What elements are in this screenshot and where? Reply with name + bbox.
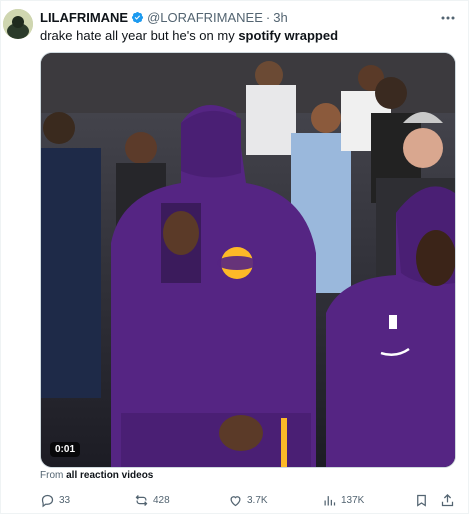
- like-count: 3.7K: [247, 494, 268, 506]
- media-source-prefix: From: [40, 470, 67, 481]
- tweet-header: LILAFRIMANE @LORAFRIMANEE · 3h: [40, 9, 288, 25]
- tweet-card[interactable]: LILAFRIMANE @LORAFRIMANEE · 3h drake hat…: [0, 0, 469, 514]
- views-icon: [324, 495, 336, 505]
- views-button[interactable]: 137K: [322, 490, 364, 510]
- bookmark-icon: [417, 494, 426, 507]
- more-icon[interactable]: [439, 10, 457, 26]
- tweet-text: drake hate all year but he's on my spoti…: [40, 28, 338, 43]
- action-bar: 33 428 3.7K 137K: [40, 490, 460, 510]
- video-timestamp: 0:01: [50, 442, 81, 457]
- repost-icon: [135, 494, 148, 506]
- reply-button[interactable]: 33: [40, 490, 70, 510]
- reply-icon: [41, 494, 54, 507]
- user-handle[interactable]: @LORAFRIMANEE: [147, 10, 263, 25]
- repost-count: 428: [153, 494, 170, 506]
- display-name[interactable]: LILAFRIMANE: [40, 10, 128, 25]
- like-button[interactable]: 3.7K: [228, 490, 268, 510]
- verified-badge-icon: [132, 11, 144, 23]
- like-icon: [230, 495, 241, 506]
- media-source-link[interactable]: all reaction videos: [66, 470, 153, 481]
- share-button[interactable]: [440, 490, 455, 510]
- post-time[interactable]: 3h: [273, 10, 287, 25]
- tweet-text-main: drake hate all year but he's on my: [40, 28, 239, 43]
- video-frame: [41, 53, 455, 467]
- reply-count: 33: [59, 494, 71, 506]
- bookmark-button[interactable]: [414, 490, 429, 510]
- tweet-text-bold: spotify wrapped: [238, 28, 339, 43]
- views-count: 137K: [341, 494, 365, 506]
- separator-dot: ·: [265, 9, 271, 25]
- avatar[interactable]: [3, 9, 33, 39]
- repost-button[interactable]: 428: [134, 490, 170, 510]
- share-icon: [441, 493, 454, 506]
- video-player[interactable]: 0:01: [40, 52, 456, 468]
- media-source: From all reaction videos: [40, 470, 153, 481]
